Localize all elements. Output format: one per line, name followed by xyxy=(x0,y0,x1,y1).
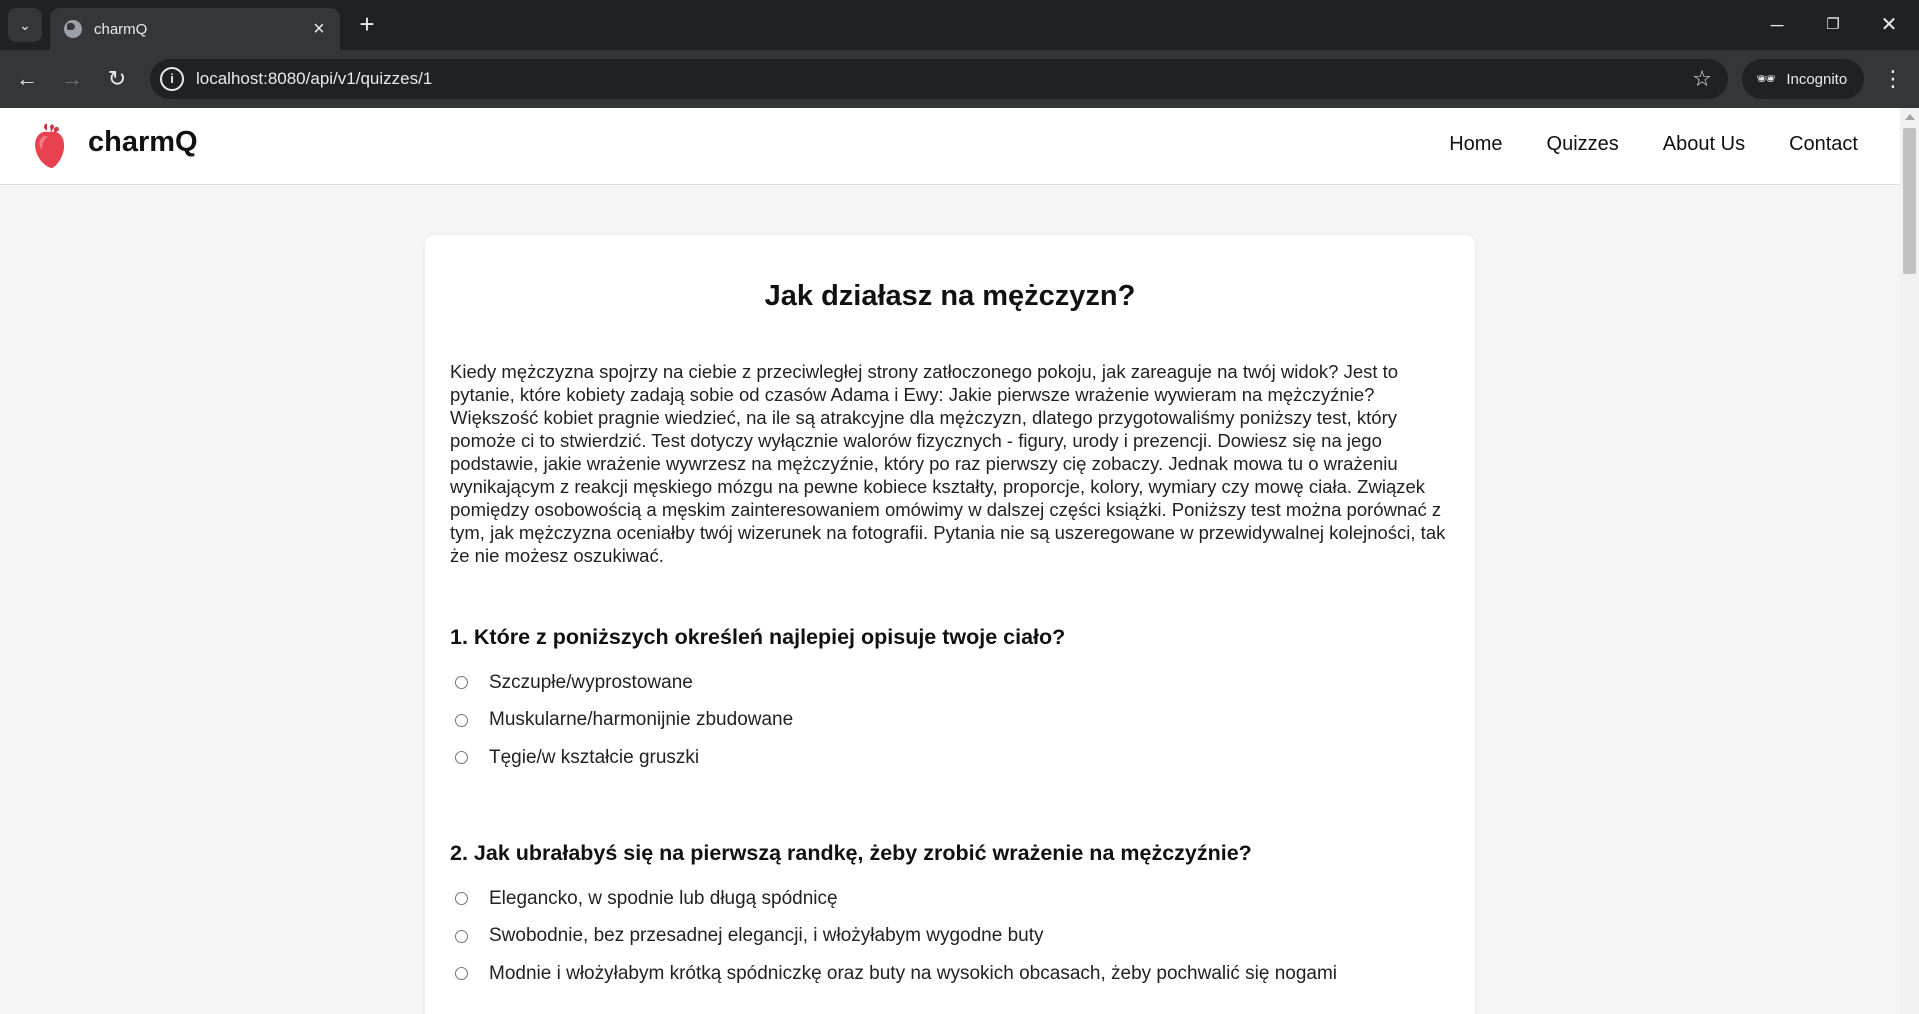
answer-option[interactable]: Modnie i włożyłabym krótką spódniczkę or… xyxy=(450,955,1460,993)
back-icon[interactable]: ← xyxy=(10,62,44,96)
main-nav: Home Quizzes About Us Contact xyxy=(1449,133,1858,156)
answer-label[interactable]: Tęgie/w kształcie gruszki xyxy=(489,747,699,769)
quiz-title: Jak działasz na mężczyzn? xyxy=(764,280,1136,312)
question-2: 2. Jak ubrałabyś się na pierwszą randkę,… xyxy=(450,841,1460,993)
answer-option[interactable]: Tęgie/w kształcie gruszki xyxy=(450,739,1460,777)
browser-menu-icon[interactable]: ⋮ xyxy=(1878,62,1908,96)
scrollbar-thumb[interactable] xyxy=(1903,128,1916,274)
quiz-card: Jak działasz na mężczyzn? Kiedy mężczyzn… xyxy=(425,235,1475,1014)
close-window-icon[interactable]: ✕ xyxy=(1866,8,1912,42)
answer-option[interactable]: Szczupłe/wyprostowane xyxy=(450,664,1460,702)
page-scrollbar[interactable] xyxy=(1900,108,1919,1014)
new-tab-button[interactable]: + xyxy=(352,10,382,40)
radio-button[interactable] xyxy=(455,751,468,765)
nav-about-us[interactable]: About Us xyxy=(1663,133,1745,156)
answer-option[interactable]: Swobodnie, bez przesadnej elegancji, i w… xyxy=(450,918,1460,956)
tab-search-button[interactable]: ⌄ xyxy=(8,8,42,42)
globe-icon xyxy=(64,20,82,38)
question-text: 2. Jak ubrałabyś się na pierwszą randkę,… xyxy=(450,841,1252,865)
radio-button[interactable] xyxy=(455,929,468,943)
site-header: charmQ Home Quizzes About Us Contact xyxy=(0,108,1900,185)
answer-option[interactable]: Elegancko, w spodnie lub długą spódnicę xyxy=(450,880,1460,918)
question-1: 1. Które z poniższych określeń najlepiej… xyxy=(450,625,1460,777)
address-bar[interactable]: i localhost:8080/api/v1/quizzes/1 ☆ xyxy=(150,59,1728,99)
close-tab-icon[interactable]: × xyxy=(308,18,330,41)
radio-button[interactable] xyxy=(455,967,468,981)
answer-label[interactable]: Muskularne/harmonijnie zbudowane xyxy=(489,709,793,731)
brand-name[interactable]: charmQ xyxy=(88,126,198,159)
browser-tab[interactable]: charmQ × xyxy=(50,8,340,50)
nav-quizzes[interactable]: Quizzes xyxy=(1547,133,1619,156)
forward-icon[interactable]: → xyxy=(55,62,89,96)
radio-button[interactable] xyxy=(455,713,468,727)
site-info-icon[interactable]: i xyxy=(160,67,184,91)
browser-toolbar: ← → ↻ i localhost:8080/api/v1/quizzes/1 … xyxy=(0,50,1919,108)
radio-button[interactable] xyxy=(455,892,468,906)
question-text: 1. Które z poniższych określeń najlepiej… xyxy=(450,625,1066,649)
url-text[interactable]: localhost:8080/api/v1/quizzes/1 xyxy=(196,69,432,89)
answer-label[interactable]: Modnie i włożyłabym krótką spódniczkę or… xyxy=(489,963,1337,985)
restore-icon[interactable]: ❐ xyxy=(1810,8,1856,42)
answer-option[interactable]: Muskularne/harmonijnie zbudowane xyxy=(450,702,1460,740)
bookmark-star-icon[interactable]: ☆ xyxy=(1692,66,1712,92)
quiz-description: Kiedy mężczyzna spojrzy na ciebie z prze… xyxy=(450,361,1446,566)
nav-contact[interactable]: Contact xyxy=(1789,133,1858,156)
incognito-label: Incognito xyxy=(1786,70,1848,88)
nav-home[interactable]: Home xyxy=(1449,133,1502,156)
browser-tab-bar: ⌄ charmQ × + ─ ❐ ✕ xyxy=(0,0,1919,50)
incognito-icon: 🕶 xyxy=(1756,71,1777,88)
incognito-badge[interactable]: 🕶 Incognito xyxy=(1742,59,1864,99)
heart-logo-icon xyxy=(35,123,65,168)
scroll-up-icon[interactable] xyxy=(1905,114,1915,120)
answer-label[interactable]: Swobodnie, bez przesadnej elegancji, i w… xyxy=(489,925,1044,947)
tab-title: charmQ xyxy=(94,20,148,38)
answer-label[interactable]: Elegancko, w spodnie lub długą spódnicę xyxy=(489,888,838,910)
reload-icon[interactable]: ↻ xyxy=(100,62,134,96)
radio-button[interactable] xyxy=(455,676,468,690)
page-viewport: charmQ Home Quizzes About Us Contact Jak… xyxy=(0,108,1900,1014)
minimize-icon[interactable]: ─ xyxy=(1754,8,1800,42)
answer-label[interactable]: Szczupłe/wyprostowane xyxy=(489,672,693,694)
